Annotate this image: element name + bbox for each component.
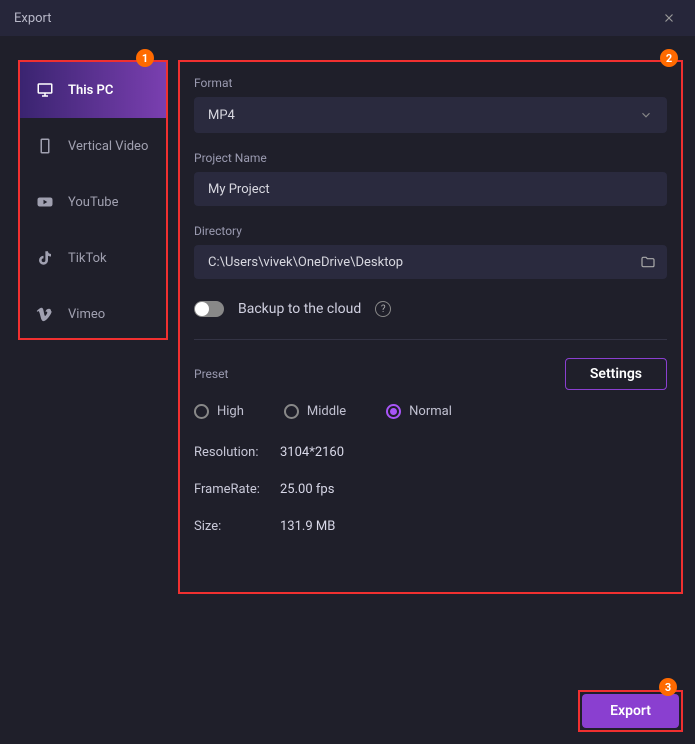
window-title: Export <box>14 11 52 26</box>
sidebar-item-label: YouTube <box>68 195 119 210</box>
format-dropdown[interactable]: MP4 <box>194 97 667 133</box>
radio-icon <box>194 404 209 419</box>
close-button[interactable] <box>657 6 681 30</box>
annotation-badge-3: 3 <box>659 678 677 696</box>
preset-radio-normal[interactable]: Normal <box>386 404 452 419</box>
preset-row: Preset Settings <box>194 358 667 390</box>
close-icon <box>662 11 676 25</box>
sidebar-item-label: Vimeo <box>68 307 105 322</box>
preset-radio-high[interactable]: High <box>194 404 244 419</box>
resolution-row: Resolution: 3104*2160 <box>194 445 667 460</box>
radio-icon <box>284 404 299 419</box>
radio-icon <box>386 404 401 419</box>
sidebar-item-label: TikTok <box>68 251 107 266</box>
radio-label: Middle <box>307 404 346 419</box>
export-button[interactable]: Export <box>582 694 679 728</box>
folder-icon <box>640 254 656 270</box>
framerate-label: FrameRate: <box>194 482 280 497</box>
framerate-value: 25.00 fps <box>280 482 334 497</box>
preset-radio-middle[interactable]: Middle <box>284 404 346 419</box>
radio-label: High <box>217 404 244 419</box>
resolution-label: Resolution: <box>194 445 280 460</box>
browse-folder-button[interactable] <box>637 251 659 273</box>
resolution-value: 3104*2160 <box>280 445 344 460</box>
help-icon[interactable]: ? <box>375 301 391 317</box>
sidebar-item-vimeo[interactable]: Vimeo <box>20 286 166 342</box>
preset-label: Preset <box>194 367 228 381</box>
divider <box>194 339 667 340</box>
export-settings-panel: Format MP4 Project Name Directory Backup… <box>178 60 683 594</box>
sidebar-item-label: Vertical Video <box>68 139 148 154</box>
format-label: Format <box>194 76 667 90</box>
sidebar-item-tiktok[interactable]: TikTok <box>20 230 166 286</box>
project-name-label: Project Name <box>194 151 667 165</box>
sidebar-item-vertical-video[interactable]: Vertical Video <box>20 118 166 174</box>
annotation-badge-2: 2 <box>660 49 678 67</box>
backup-toggle[interactable] <box>194 301 224 317</box>
framerate-row: FrameRate: 25.00 fps <box>194 482 667 497</box>
settings-button[interactable]: Settings <box>565 358 667 390</box>
export-dialog: Export 1 2 3 This PC Vertical Video <box>0 0 695 744</box>
content-area: 1 2 3 This PC Vertical Video YouTub <box>0 36 695 744</box>
phone-icon <box>36 137 54 155</box>
radio-label: Normal <box>409 404 452 419</box>
sidebar-item-label: This PC <box>68 83 113 98</box>
size-row: Size: 131.9 MB <box>194 519 667 534</box>
youtube-icon <box>36 193 54 211</box>
sidebar-item-youtube[interactable]: YouTube <box>20 174 166 230</box>
preset-radio-group: High Middle Normal <box>194 404 667 419</box>
sidebar-item-this-pc[interactable]: This PC <box>20 62 166 118</box>
directory-row <box>194 245 667 279</box>
project-name-input[interactable] <box>194 172 667 206</box>
size-label: Size: <box>194 519 280 534</box>
backup-row: Backup to the cloud ? <box>194 301 667 317</box>
vimeo-icon <box>36 305 54 323</box>
chevron-down-icon <box>639 108 653 122</box>
backup-label: Backup to the cloud <box>238 301 361 317</box>
format-value: MP4 <box>208 108 235 123</box>
monitor-icon <box>36 81 54 99</box>
annotation-badge-1: 1 <box>136 49 154 67</box>
export-button-highlight: Export <box>578 690 683 732</box>
export-destination-sidebar: This PC Vertical Video YouTube TikTok <box>18 60 168 340</box>
directory-label: Directory <box>194 224 667 238</box>
titlebar: Export <box>0 0 695 36</box>
size-value: 131.9 MB <box>280 519 335 534</box>
directory-input[interactable] <box>208 255 637 270</box>
tiktok-icon <box>36 249 54 267</box>
